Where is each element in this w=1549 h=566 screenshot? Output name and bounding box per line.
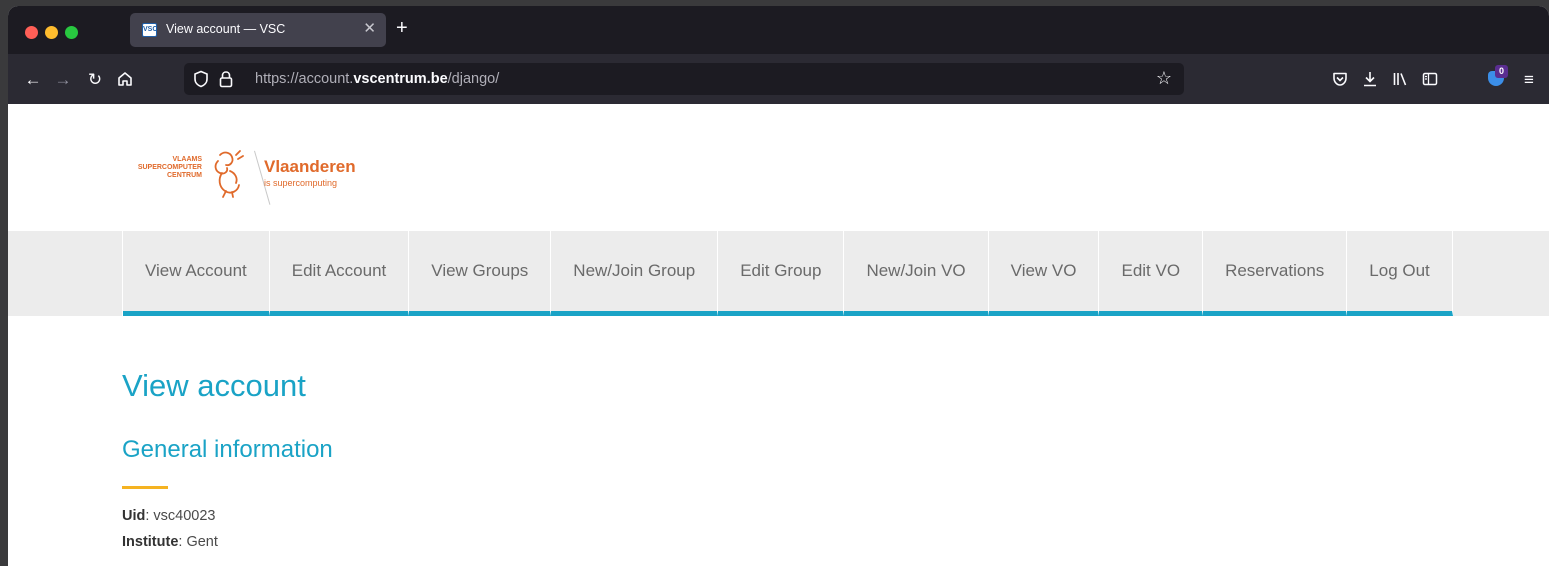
url-bar[interactable]: https://account.vscentrum.be/django/ ☆ <box>184 63 1184 95</box>
minimize-window-button[interactable] <box>45 26 58 39</box>
browser-tab[interactable]: VSC View account — VSC ✕ <box>130 13 386 47</box>
sidebar-icon[interactable] <box>1419 68 1441 90</box>
section-title-underline <box>122 486 168 489</box>
forward-arrow-icon[interactable]: → <box>52 68 74 90</box>
page-title: View account <box>122 368 306 403</box>
flemish-lion-icon <box>214 150 244 198</box>
logo-tagline: is supercomputing <box>264 178 338 188</box>
menu-item-view-groups[interactable]: View Groups <box>409 231 552 316</box>
extension-button[interactable]: 0 <box>1486 65 1510 90</box>
url-host: vscentrum.be <box>353 71 448 87</box>
url-prefix: https://account. <box>255 71 354 87</box>
info-value-uid: vsc40023 <box>153 508 216 524</box>
logo-title: Vlaanderen <box>264 157 356 176</box>
tab-title: View account — VSC <box>166 22 286 36</box>
menu-item-new-join-group[interactable]: New/Join Group <box>551 231 719 316</box>
url-path: /django/ <box>447 71 500 87</box>
extension-badge: 0 <box>1495 65 1508 78</box>
logo-line-centrum: CENTRUM <box>167 172 202 179</box>
logo-vsc-text: VLAAMS SUPERCOMPUTER CENTRUM <box>116 156 202 180</box>
hamburger-menu-icon[interactable]: ≡ <box>1518 68 1540 90</box>
close-window-button[interactable] <box>25 26 38 39</box>
vsc-favicon-icon: VSC <box>142 23 157 37</box>
menu-item-view-account[interactable]: View Account <box>123 231 270 316</box>
section-title: General information <box>122 436 333 463</box>
pocket-icon[interactable] <box>1329 68 1351 90</box>
menu-item-edit-group[interactable]: Edit Group <box>718 231 845 316</box>
bookmark-star-icon[interactable]: ☆ <box>1156 68 1172 89</box>
reload-icon[interactable]: ↻ <box>84 68 106 90</box>
vsc-logo[interactable]: VLAAMS SUPERCOMPUTER CENTRUM Vlaanderen … <box>116 149 376 209</box>
logo-line-supercomputer: SUPERCOMPUTER <box>137 164 202 171</box>
lock-icon[interactable] <box>215 68 237 90</box>
tab-bar: VSC View account — VSC ✕ + <box>8 6 1549 54</box>
zoom-window-button[interactable] <box>65 26 78 39</box>
info-label-uid: Uid <box>122 508 146 524</box>
info-row-uid: Uid: vsc40023 <box>122 508 216 524</box>
home-icon[interactable] <box>114 68 136 90</box>
menu-item-log-out[interactable]: Log Out <box>1347 231 1453 316</box>
info-label-institute: Institute <box>122 534 179 550</box>
back-arrow-icon[interactable]: ← <box>22 68 44 90</box>
menu-item-reservations[interactable]: Reservations <box>1203 231 1348 316</box>
info-row-institute: Institute: Gent <box>122 534 218 550</box>
info-value-institute: Gent <box>186 534 218 550</box>
menu-item-edit-vo[interactable]: Edit VO <box>1099 231 1204 316</box>
close-icon[interactable]: ✕ <box>363 19 376 39</box>
web-page: VLAAMS SUPERCOMPUTER CENTRUM Vlaanderen … <box>8 104 1549 566</box>
navigation-toolbar: ← → ↻ https://account.vscentrum.be/djang… <box>8 54 1549 104</box>
main-menu-bar: View Account Edit Account View Groups Ne… <box>8 231 1549 316</box>
tracking-shield-icon[interactable] <box>190 68 212 90</box>
menu-item-new-join-vo[interactable]: New/Join VO <box>844 231 989 316</box>
menu-item-edit-account[interactable]: Edit Account <box>269 231 410 316</box>
download-icon[interactable] <box>1359 68 1381 90</box>
main-menu: View Account Edit Account View Groups Ne… <box>122 231 1453 316</box>
logo-line-vlaams: VLAAMS <box>172 156 202 163</box>
new-tab-plus-icon[interactable]: + <box>396 17 408 39</box>
menu-item-view-vo[interactable]: View VO <box>988 231 1100 316</box>
library-icon[interactable] <box>1389 68 1411 90</box>
browser-window: VSC View account — VSC ✕ + ← → ↻ https:/… <box>8 6 1549 566</box>
url-text[interactable]: https://account.vscentrum.be/django/ <box>255 71 499 87</box>
